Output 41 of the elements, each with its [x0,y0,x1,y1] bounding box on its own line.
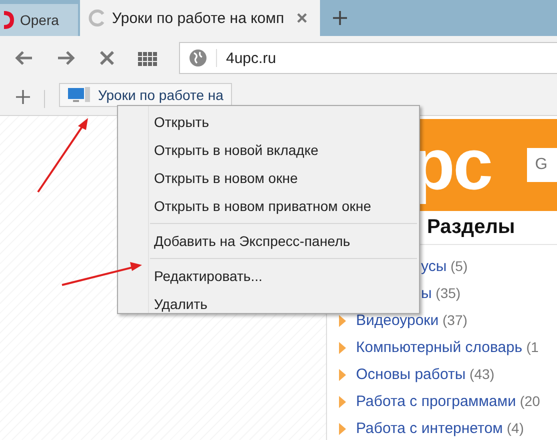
section-count: (5) [450,258,468,274]
section-link[interactable]: Основы работы [356,366,466,383]
bullet-triangle-icon [339,422,346,434]
stop-icon[interactable] [98,49,116,67]
section-count: (35) [436,285,461,301]
section-count: (20 [520,393,540,409]
section-count: (4) [506,420,524,436]
menu-item[interactable]: Открыть в новом окне [118,164,419,192]
globe-icon [189,49,207,67]
address-field[interactable]: 4upc.ru [179,42,557,74]
sections-heading: Разделы [427,216,516,239]
search-field[interactable]: G [527,148,557,182]
browser-tab[interactable]: Уроки по работе на комп [80,0,320,36]
new-tab-plus-icon[interactable] [332,10,348,26]
forward-arrow-icon[interactable] [56,49,76,67]
menu-item[interactable]: Добавить на Экспресс-панель [118,227,419,255]
bullet-triangle-icon [339,368,346,380]
bookmark-button[interactable]: Уроки по работе на [59,83,232,107]
section-count: (43) [470,366,494,382]
add-bookmark-plus-icon[interactable] [16,90,30,104]
section-link[interactable]: усы [421,258,447,275]
section-link[interactable]: Видеоуроки [356,312,439,329]
section-count: (1 [526,339,539,355]
loading-spinner-icon [88,9,106,27]
menu-item[interactable]: Открыть в новой вкладке [118,136,419,164]
computer-icon [68,87,90,103]
section-count: (37) [442,312,468,328]
section-link[interactable]: ы [421,285,432,302]
section-link[interactable]: Компьютерный словарь [356,339,522,356]
bullet-triangle-icon [339,342,346,354]
menu-item[interactable]: Открыть [118,108,419,136]
section-link[interactable]: Работа с интернетом [356,420,503,437]
menu-item[interactable]: Открыть в новом приватном окне [118,192,419,220]
section-link[interactable]: Работа с программами [356,393,516,410]
menu-item[interactable]: Редактировать... [118,262,419,290]
back-arrow-icon[interactable] [14,49,34,67]
grid-icon[interactable] [138,50,157,66]
opera-logo-icon [4,11,14,29]
browser-tab[interactable]: Opera [0,4,78,36]
bullet-triangle-icon [339,314,346,326]
bullet-triangle-icon [339,396,346,408]
